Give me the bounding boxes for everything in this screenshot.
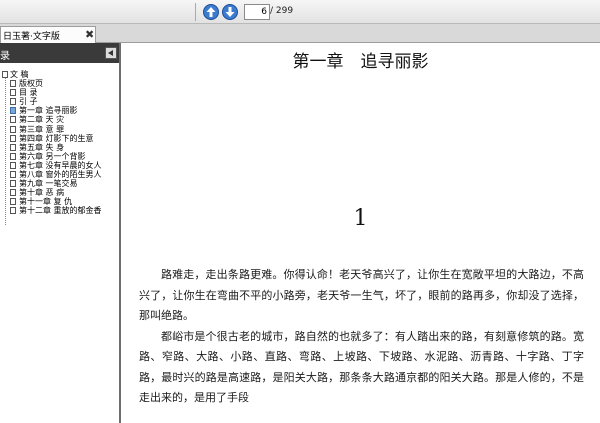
page-number-input[interactable] [244,4,270,20]
toc-item-label: 第十一章 复 仇 [19,197,73,207]
bookmark-icon [10,180,16,188]
arrow-down-icon [222,4,238,20]
tab-title: 日玉著·文字版 [3,32,60,42]
toc-item-label: 第二章 天 灾 [19,115,65,125]
toc-item[interactable]: 第四章 灯影下的生意 [0,134,119,143]
collapse-sidebar-button[interactable] [105,47,117,59]
bookmark-icon [2,71,8,78]
toc-item[interactable]: 版权页 [0,79,119,88]
toc-item-label: 第八章 窗外的陌生男人 [19,170,102,180]
bookmark-icon [10,161,16,169]
toc-item[interactable]: 第十二章 重放的郁金香 [0,206,119,215]
toc-item[interactable]: 第八章 窗外的陌生男人 [0,170,119,179]
bookmark-icon [10,171,16,179]
paragraph: 都峪市是个很古老的城市，路自然的也就多了：有人踏出来的路，有刻意修筑的路。宽路、… [139,329,584,405]
toc-item-label: 第三章 意 罪 [19,124,65,134]
arrow-up-icon [203,4,219,20]
toolbar: / 299 [0,0,600,24]
toc-item[interactable]: 第十章 恶 病 [0,188,119,197]
bookmarks-sidebar: 录 文 稿 版权页目 录引 子第一章 追寻丽影 第二章 天 灾第三章 意 罪第四章… [0,43,121,423]
document-page: 第一章 追寻丽影 1 路难走，走出条路更难。你得认命！老天爷高兴了，让你生在宽敞… [121,43,600,423]
toc-item-label: 版权页 [19,79,43,89]
toc-item[interactable]: 第三章 意 罪 [0,125,119,134]
next-page-button[interactable] [222,4,238,20]
close-icon[interactable]: ✖ [85,28,94,41]
bookmark-icon [10,189,16,197]
toc-item-label: 第十章 恶 病 [19,188,65,198]
toc-item-label: 第十二章 重放的郁金香 [19,206,102,216]
page-total: / 299 [270,6,294,16]
toolbar-separator [195,3,196,21]
toc-item-label: 目 录 [19,88,38,98]
bookmark-icon [10,207,16,215]
table-of-contents: 文 稿 版权页目 录引 子第一章 追寻丽影 第二章 天 灾第三章 意 罪第四章 灯… [0,70,119,225]
bookmark-icon [10,152,16,160]
toc-item[interactable]: 引 子 [0,97,119,106]
tab-bar: 日玉著·文字版 ✖ [0,24,600,43]
body-text: 路难走，走出条路更难。你得认命！老天爷高兴了，让你生在宽敞平坦的大路边，不高兴了… [139,265,584,409]
toc-item-label: 第六章 另一个背影 [19,151,86,161]
toc-item[interactable]: 第六章 另一个背影 [0,152,119,161]
sidebar-header: 录 [0,43,119,63]
toc-item-label: 第四章 灯影下的生意 [19,133,94,143]
sidebar-title: 录 [0,51,10,62]
bookmark-icon [10,89,16,97]
toc-item-label: 第五章 失 身 [19,142,65,152]
chapter-title: 第一章 追寻丽影 [292,52,429,72]
toc-item[interactable]: 第七章 没有早晨的女人 [0,161,119,170]
paragraph: 路难走，走出条路更难。你得认命！老天爷高兴了，让你生在宽敞平坦的大路边，不高兴了… [139,268,584,322]
toc-item-label: 第七章 没有早晨的女人 [19,160,102,170]
toc-item[interactable]: 第五章 失 身 [0,143,119,152]
bookmark-icon [10,125,16,133]
toc-item[interactable]: 目 录 [0,88,119,97]
bookmark-icon [10,98,16,106]
toc-item[interactable]: 第二章 天 灾 [0,115,119,124]
toc-root-label: 文 稿 [10,70,29,79]
toc-item-label: 引 子 [19,97,38,107]
bookmark-icon [10,80,16,88]
toc-item-label: 第九章 一笔交易 [19,179,78,189]
bookmark-icon [10,143,16,151]
bookmark-icon [10,134,16,142]
bookmark-icon [10,107,16,115]
tab-document[interactable]: 日玉著·文字版 ✖ [0,26,96,43]
previous-page-button[interactable] [203,4,219,20]
bookmark-icon [10,116,16,124]
toc-root[interactable]: 文 稿 [0,70,119,79]
bookmark-icon [10,198,16,206]
chapter-number: 1 [353,206,368,231]
toc-item[interactable]: 第九章 一笔交易 [0,179,119,188]
